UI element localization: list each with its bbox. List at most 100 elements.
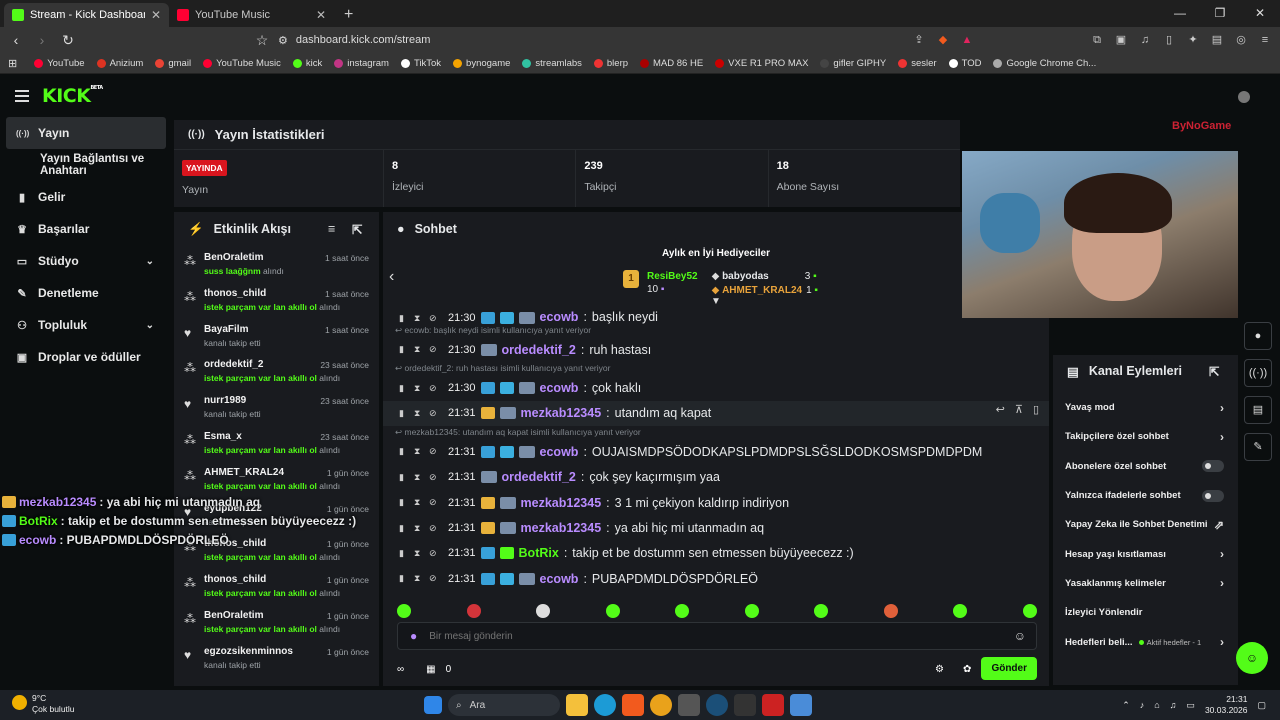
timeout-icon[interactable]: ⧗ [414, 573, 424, 584]
minimize-button[interactable]: — [1160, 0, 1200, 27]
ban-icon[interactable]: ⊘ [429, 497, 439, 508]
ban-icon[interactable]: ⊘ [429, 548, 439, 559]
sidebar-item[interactable]: Yayın Bağlantısı ve Anahtarı [0, 149, 172, 181]
edge-icon[interactable] [594, 694, 616, 716]
wallet-icon[interactable]: ▤ [1208, 31, 1226, 49]
chat-message[interactable]: ▮ ⧗ ⊘ 21:30 ecowb: çok haklı [383, 375, 1049, 400]
chat-message[interactable]: ▮ ⧗ ⊘ 21:30 ordedektif_2: ruh hastası [383, 337, 1049, 362]
bookmark-item[interactable]: Anizium [92, 58, 149, 69]
gifters-prev-icon[interactable]: ‹ [389, 268, 394, 286]
emote-icon[interactable] [605, 604, 620, 618]
bookmark-item[interactable]: MAD 86 HE [635, 58, 708, 69]
gifter-row[interactable]: ◆ babyodas 3 ▪ [712, 270, 818, 284]
top-gifter-name[interactable]: ResiBey52 [647, 270, 698, 283]
points-icon[interactable]: ∞ [397, 664, 404, 675]
channel-action-item[interactable]: İzleyici Yönlendir [1053, 598, 1238, 627]
chat-input[interactable] [429, 630, 1002, 642]
help-button[interactable]: ☺ [1236, 642, 1268, 674]
feed-item[interactable]: ⁂ BenOraletim istek parçam var lan akıllı … [174, 604, 379, 640]
kick-logo[interactable]: KICKBETA [42, 85, 103, 107]
feed-item[interactable]: ⁂ thonos_child istek parçam var lan akıllı… [174, 568, 379, 604]
ban-icon[interactable]: ⊘ [429, 446, 439, 457]
feed-item[interactable]: ♥ BayaFilm kanalı takip etti 1 saat önce [174, 318, 379, 354]
bookmark-item[interactable]: YouTube Music [198, 58, 286, 69]
collapse-icon[interactable]: ▼ [711, 296, 721, 307]
channel-action-item[interactable]: Yapay Zeka ile Sohbet Denetimi ⇗ [1053, 510, 1238, 539]
chat-message[interactable]: ▮ ⧗ ⊘ 21:31 mezkab12345: ya abi hiç mi utanma… [383, 515, 1049, 540]
bookmark-item[interactable]: instagram [329, 58, 394, 69]
brave-shield-icon[interactable]: ◆ [934, 31, 952, 49]
bookmark-item[interactable]: blerp [589, 58, 633, 69]
chat-message[interactable]: ▮ ⧗ ⊘ 21:30 ecowb: başlık neydi [383, 310, 1049, 324]
bookmark-item[interactable]: gifler GIPHY [815, 58, 891, 69]
ban-icon[interactable]: ⊘ [429, 383, 439, 394]
external-link-icon[interactable]: ⇗ [1214, 518, 1224, 532]
rail-broadcast-icon[interactable]: ((·)) [1244, 359, 1272, 387]
ban-icon[interactable]: ⊘ [429, 313, 439, 324]
emote-icon[interactable] [744, 604, 759, 618]
taskbar-search[interactable]: ⌕ Ara [448, 694, 560, 716]
chat-username[interactable]: ordedektif_2 [502, 470, 576, 484]
delete-msg-icon[interactable]: ▮ [399, 344, 409, 355]
chat-message[interactable]: ▮ ⧗ ⊘ 21:31 BotRix: takip et be dostumm sen e… [383, 541, 1049, 566]
delete-msg-icon[interactable]: ▮ [399, 497, 409, 508]
bookmark-item[interactable]: gmail [150, 58, 196, 69]
close-window-button[interactable]: ✕ [1240, 0, 1280, 27]
ban-icon[interactable]: ⊘ [429, 472, 439, 483]
sidebar-item[interactable]: ▭ Stüdyo ⌄ [0, 245, 172, 277]
epic-icon[interactable] [734, 694, 756, 716]
tab-close-icon[interactable]: ✕ [316, 8, 326, 22]
reload-icon[interactable]: ↻ [58, 32, 78, 49]
chat-username[interactable]: ecowb [540, 381, 579, 395]
chat-username[interactable]: BotRix [519, 546, 559, 560]
store-app-icon[interactable] [678, 694, 700, 716]
mic-tray-icon[interactable]: ♪ [1140, 700, 1145, 710]
chevron-right-icon[interactable]: › [1220, 576, 1224, 590]
toggle-switch[interactable] [1202, 460, 1224, 473]
vpn-icon[interactable]: ◎ [1232, 31, 1250, 49]
channel-action-item[interactable]: Yalnızca ifadelerle sohbet [1053, 481, 1238, 510]
chat-username[interactable]: mezkab12345 [521, 521, 602, 535]
ban-icon[interactable]: ⊘ [429, 344, 439, 355]
share-icon[interactable]: ⇪ [910, 31, 928, 49]
timeout-icon[interactable]: ⧗ [414, 472, 424, 483]
chevron-down-icon[interactable]: ⌄ [146, 256, 154, 267]
channel-action-item[interactable]: Hedefleri beli... Aktif hedefler - 1 › [1053, 627, 1238, 656]
delete-msg-icon[interactable]: ▮ [399, 472, 409, 483]
bookmark-item[interactable]: kick [288, 58, 327, 69]
delete-msg-icon[interactable]: ▮ [399, 408, 409, 419]
channel-action-item[interactable]: Yavaş mod › [1053, 393, 1238, 422]
tray-arrow-icon[interactable]: ⌃ [1122, 700, 1130, 711]
chevron-right-icon[interactable]: › [1220, 635, 1224, 649]
browser-tab[interactable]: YouTube Music ✕ [169, 3, 334, 27]
bookmark-item[interactable]: sesler [893, 58, 941, 69]
actions-popout-icon[interactable]: ⇱ [1209, 364, 1219, 379]
browser-tab[interactable]: Stream - Kick Dashboard ✕ [4, 3, 169, 27]
timeout-icon[interactable]: ⧗ [414, 497, 424, 508]
chat-message[interactable]: ▮ ⧗ ⊘ 21:31 mezkab12345: utandım aq kapat ↩ ⊼ ▯ [383, 400, 1049, 427]
chevron-down-icon[interactable]: ⌄ [146, 320, 154, 331]
rail-wrench-icon[interactable]: ✎ [1244, 433, 1272, 461]
popout-icon[interactable]: ⇱ [352, 222, 362, 237]
new-tab-button[interactable]: + [334, 6, 363, 27]
screenshot-icon[interactable]: ▣ [1112, 31, 1130, 49]
sidebar-item[interactable]: ♛ Başarılar [0, 213, 172, 245]
emoji-icon[interactable]: ☺ [1014, 629, 1026, 643]
battery-icon[interactable]: ▭ [1186, 700, 1195, 711]
site-info-icon[interactable]: ⚙ [278, 34, 288, 47]
mic-icon[interactable]: ● [410, 629, 417, 643]
delete-msg-icon[interactable]: ▮ [399, 446, 409, 457]
bookmark-item[interactable]: YouTube [29, 58, 89, 69]
delete-msg-icon[interactable]: ▮ [399, 383, 409, 394]
chevron-right-icon[interactable]: › [1220, 401, 1224, 415]
gifter-row[interactable]: ◆ AHMET_KRAL24 1 ▪ [712, 284, 818, 298]
chevron-right-icon[interactable]: › [1220, 430, 1224, 444]
trash-icon[interactable]: ▯ [1033, 403, 1039, 416]
gifter-name[interactable]: babyodas [722, 271, 769, 282]
store-icon[interactable]: ▦ [426, 664, 435, 675]
feed-item[interactable]: ⁂ thonos_child istek parçam var lan akıllı… [174, 282, 379, 318]
leo-icon[interactable]: ✦ [1184, 31, 1202, 49]
ban-icon[interactable]: ⊘ [429, 573, 439, 584]
sidebar-item[interactable]: ▣ Droplar ve ödüller [0, 341, 172, 373]
rail-chat-icon[interactable]: ● [1244, 322, 1272, 350]
